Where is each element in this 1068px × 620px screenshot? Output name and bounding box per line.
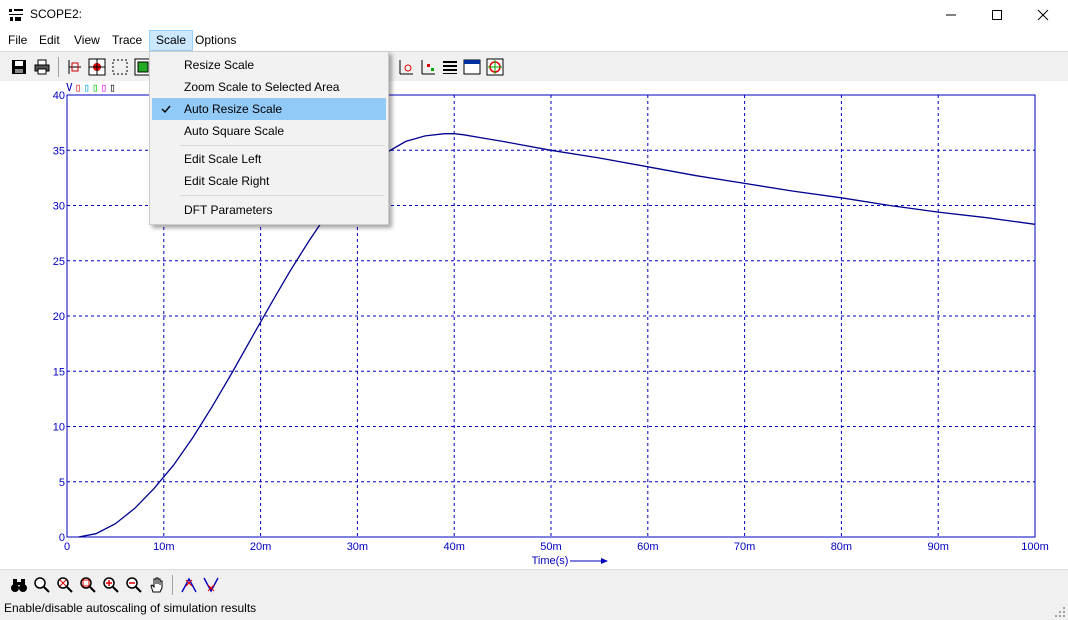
trace-legend-item[interactable]: ▯ <box>101 81 108 94</box>
y-tick-labels: 0 5 10 15 20 25 30 35 40 <box>53 90 65 544</box>
marker-icon[interactable] <box>397 58 415 76</box>
menu-item-label: DFT Parameters <box>184 203 273 217</box>
x-tick-label: 10m <box>153 541 174 553</box>
minimize-icon <box>946 14 956 16</box>
x-axis-arrowhead <box>601 558 608 564</box>
title-bar: SCOPE2: <box>0 0 1068 30</box>
window-icon[interactable] <box>463 58 481 76</box>
menu-separator <box>180 145 384 146</box>
menu-item-label: Auto Resize Scale <box>184 102 283 116</box>
menu-item-dft-parameters[interactable]: DFT Parameters <box>152 199 386 221</box>
menu-separator <box>180 195 384 196</box>
x-tick-label: 90m <box>927 541 948 553</box>
close-icon <box>1037 9 1049 21</box>
menu-view[interactable]: View <box>68 30 106 51</box>
x-tick-label: 50m <box>540 541 561 553</box>
window-title: SCOPE2: <box>30 7 83 21</box>
y-tick-label: 25 <box>53 256 65 268</box>
y-tick-label: 40 <box>53 90 65 102</box>
menu-scale[interactable]: Scale <box>149 30 194 51</box>
x-tick-label: 20m <box>250 541 271 553</box>
menu-item-auto-resize-scale[interactable]: Auto Resize Scale <box>152 98 386 120</box>
zoom-area-icon[interactable] <box>79 576 97 594</box>
zoom-out-icon[interactable] <box>125 576 143 594</box>
axis-icon[interactable] <box>419 58 437 76</box>
x-tick-label: 30m <box>347 541 368 553</box>
maximize-button[interactable] <box>974 0 1020 30</box>
menu-options[interactable]: Options <box>189 30 242 51</box>
y-tick-label: 0 <box>59 532 65 544</box>
menu-item-auto-square-scale[interactable]: Auto Square Scale <box>152 120 386 142</box>
minimize-button[interactable] <box>928 0 974 30</box>
binoculars-icon[interactable] <box>10 576 28 594</box>
y-tick-label: 15 <box>53 366 65 378</box>
menu-item-label: Resize Scale <box>184 58 255 72</box>
pan-hand-icon[interactable] <box>148 576 166 594</box>
y-tick-label: 20 <box>53 311 65 323</box>
peak-icon[interactable] <box>180 576 198 594</box>
bottom-toolbar <box>0 569 1068 599</box>
select-area-icon[interactable] <box>111 58 129 76</box>
menu-item-label: Auto Square Scale <box>184 124 285 138</box>
status-text: Enable/disable autoscaling of simulation… <box>4 601 257 615</box>
zoom-icon[interactable] <box>33 576 51 594</box>
crosshair-icon[interactable] <box>486 58 504 76</box>
x-tick-labels: 0 10m 20m 30m 40m 50m 60m 70m 80m 90m 100m <box>64 541 1049 553</box>
target-icon[interactable] <box>88 58 106 76</box>
y-tick-label: 10 <box>53 422 65 434</box>
resize-grip-icon[interactable] <box>1054 606 1066 618</box>
maximize-icon <box>992 10 1002 20</box>
menu-bar: File Edit View Trace Scale Options <box>0 30 1068 51</box>
x-tick-label: 40m <box>443 541 464 553</box>
valley-icon[interactable] <box>202 576 220 594</box>
x-tick-label: 70m <box>734 541 755 553</box>
menu-item-zoom-scale-selected-area[interactable]: Zoom Scale to Selected Area <box>152 76 386 98</box>
trace-legend-item[interactable]: ▯ <box>92 81 99 94</box>
menu-item-label: Edit Scale Left <box>184 152 262 166</box>
y-tick-label: 30 <box>53 201 65 213</box>
save-icon[interactable] <box>10 58 28 76</box>
scope-app-icon[interactable] <box>8 7 24 23</box>
x-tick-label: 100m <box>1021 541 1049 553</box>
zoom-out-full-icon[interactable] <box>56 576 74 594</box>
menu-trace[interactable]: Trace <box>106 30 148 51</box>
y-tick-label: 35 <box>53 145 65 157</box>
close-button[interactable] <box>1020 0 1066 30</box>
x-tick-label: 60m <box>637 541 658 553</box>
print-icon[interactable] <box>33 58 51 76</box>
menu-item-label: Edit Scale Right <box>184 174 270 188</box>
menu-item-label: Zoom Scale to Selected Area <box>184 80 340 94</box>
trace-legend-item[interactable]: V <box>66 81 73 94</box>
x-axis-label: Time(s) <box>532 555 569 567</box>
trace-legend: V ▯ ▯ ▯ ▯ ▯ <box>66 81 118 94</box>
table-icon[interactable] <box>441 58 459 76</box>
menu-edit[interactable]: Edit <box>33 30 66 51</box>
menu-item-edit-scale-right[interactable]: Edit Scale Right <box>152 170 386 192</box>
check-icon <box>158 98 174 120</box>
trace-legend-item[interactable]: ▯ <box>75 81 82 94</box>
scale-dropdown-menu: Resize Scale Zoom Scale to Selected Area… <box>149 51 389 225</box>
trace-legend-item[interactable]: ▯ <box>109 81 116 94</box>
menu-item-edit-scale-left[interactable]: Edit Scale Left <box>152 148 386 170</box>
status-bar: Enable/disable autoscaling of simulation… <box>0 599 1068 620</box>
zoom-in-icon[interactable] <box>102 576 120 594</box>
trace-legend-item[interactable]: ▯ <box>83 81 90 94</box>
menu-file[interactable]: File <box>2 30 33 51</box>
menu-item-resize-scale[interactable]: Resize Scale <box>152 54 386 76</box>
cursor-mode-icon[interactable] <box>66 58 84 76</box>
y-tick-label: 5 <box>59 477 65 489</box>
x-tick-label: 80m <box>831 541 852 553</box>
